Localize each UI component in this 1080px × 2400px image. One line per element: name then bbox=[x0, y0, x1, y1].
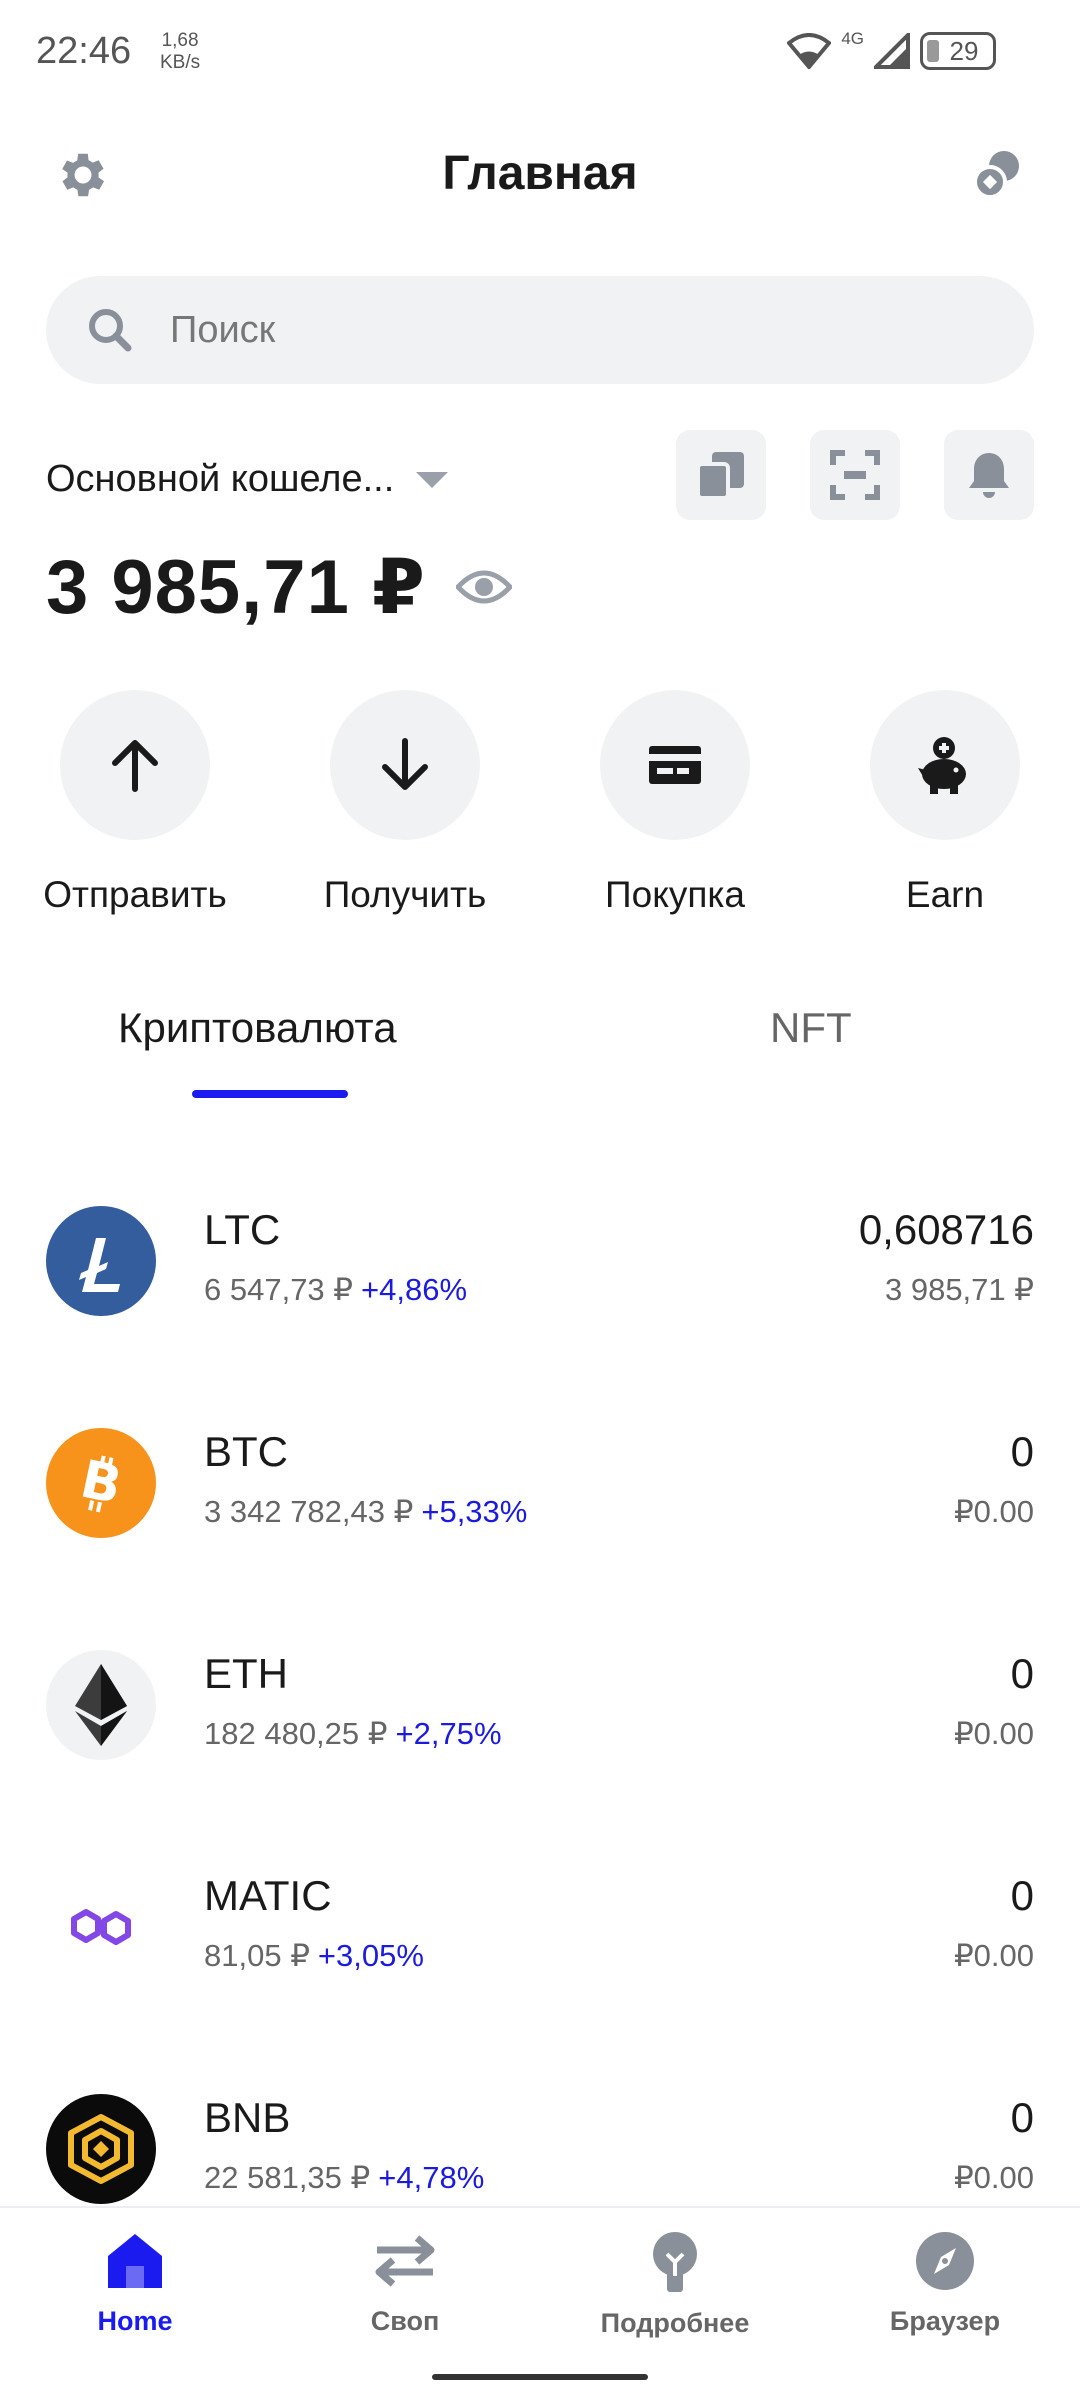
bnb-logo-icon bbox=[46, 2094, 156, 2204]
eye-icon[interactable] bbox=[455, 567, 512, 607]
card-icon bbox=[649, 746, 701, 784]
nav-discover[interactable]: Подробнее bbox=[565, 2230, 785, 2339]
scan-icon bbox=[830, 450, 880, 500]
bell-icon bbox=[969, 453, 1009, 498]
send-action[interactable]: Отправить bbox=[10, 690, 260, 916]
nav-discover-label: Подробнее bbox=[600, 2308, 750, 2338]
notifications-button[interactable] bbox=[944, 430, 1034, 520]
compass-icon bbox=[916, 2232, 974, 2290]
asset-row-btc[interactable]: B BTC 3 342 782,43 ₽ +5,33% 0 ₽0.00 bbox=[0, 1422, 1080, 1572]
asset-fiat-value: ₽0.00 bbox=[953, 1938, 1034, 1973]
send-button[interactable] bbox=[60, 690, 210, 840]
asset-fiat-value: ₽0.00 bbox=[953, 1494, 1034, 1529]
active-tab-indicator bbox=[192, 1090, 348, 1098]
wifi-icon bbox=[787, 33, 832, 69]
asset-change: +2,75% bbox=[395, 1716, 502, 1751]
wallet-name: Основной кошеле... bbox=[46, 458, 395, 500]
asset-symbol: LTC bbox=[204, 1206, 281, 1253]
matic-logo-icon bbox=[46, 1872, 156, 1982]
status-icons: 4G 29 bbox=[787, 29, 996, 70]
balance: 3 985,71 ₽ bbox=[46, 542, 512, 631]
send-label: Отправить bbox=[43, 874, 227, 915]
nav-home[interactable]: Home bbox=[25, 2230, 245, 2337]
earn-label: Earn bbox=[905, 874, 985, 915]
asset-row-ltc[interactable]: LTC 6 547,73 ₽ +4,86% 0,608716 3 985,71 ₽ bbox=[0, 1200, 1080, 1350]
buy-action[interactable]: Покупка bbox=[550, 690, 800, 916]
asset-change: +4,86% bbox=[361, 1272, 468, 1307]
asset-row-eth[interactable]: ETH 182 480,25 ₽ +2,75% 0 ₽0.00 bbox=[0, 1644, 1080, 1794]
swap-icon bbox=[375, 2235, 435, 2287]
network-speed: 1,68 KB/s bbox=[160, 30, 201, 73]
buy-label: Покупка bbox=[605, 874, 745, 915]
copy-address-button[interactable] bbox=[676, 430, 766, 520]
page-title: Главная bbox=[442, 147, 638, 200]
asset-fiat-value: 3 985,71 ₽ bbox=[884, 1272, 1034, 1307]
asset-price: 6 547,73 ₽ +4,86% bbox=[204, 1272, 468, 1307]
asset-change: +3,05% bbox=[317, 1938, 424, 1973]
btc-logo-icon: B bbox=[46, 1428, 156, 1538]
dapp-connect-button[interactable] bbox=[962, 140, 1032, 210]
asset-amount: 0 bbox=[1010, 1428, 1034, 1475]
eth-logo-icon bbox=[46, 1650, 156, 1760]
earn-action[interactable]: Earn bbox=[820, 690, 1070, 916]
asset-amount: 0 bbox=[1010, 2094, 1034, 2141]
asset-symbol: ETH bbox=[204, 1650, 288, 1697]
buy-button[interactable] bbox=[600, 690, 750, 840]
dapp-connect-icon bbox=[973, 151, 1019, 199]
network-type: 4G bbox=[841, 29, 864, 48]
asset-amount: 0,608716 bbox=[858, 1206, 1034, 1253]
receive-label: Получить bbox=[323, 874, 487, 915]
nav-swap-label: Своп bbox=[370, 2306, 440, 2336]
status-time: 22:46 bbox=[36, 30, 132, 72]
signal-icon bbox=[874, 33, 910, 69]
receive-button[interactable] bbox=[330, 690, 480, 840]
asset-row-matic[interactable]: MATIC 81,05 ₽ +3,05% 0 ₽0.00 bbox=[0, 1866, 1080, 2016]
search-input[interactable]: Поиск bbox=[46, 276, 1034, 384]
asset-symbol: MATIC bbox=[204, 1872, 332, 1919]
nav-browser[interactable]: Браузер bbox=[835, 2230, 1055, 2337]
asset-change: +4,78% bbox=[378, 2160, 485, 2195]
asset-fiat-value: ₽0.00 bbox=[953, 2160, 1034, 2195]
bottom-navigation: Home Своп Подробнее Браузер bbox=[0, 2206, 1080, 2400]
tab-nft[interactable]: NFT bbox=[770, 1004, 852, 1052]
asset-amount: 0 bbox=[1010, 1872, 1034, 1919]
chevron-down-icon bbox=[416, 471, 449, 488]
battery-indicator: 29 bbox=[920, 32, 996, 70]
ltc-logo-icon bbox=[46, 1206, 156, 1316]
asset-change: +5,33% bbox=[421, 1494, 528, 1529]
search-placeholder: Поиск bbox=[170, 308, 276, 351]
arrow-up-icon bbox=[112, 740, 158, 792]
wallet-selector[interactable]: Основной кошеле... bbox=[46, 458, 449, 501]
tab-crypto[interactable]: Криптовалюта bbox=[118, 1004, 397, 1052]
nav-swap[interactable]: Своп bbox=[295, 2230, 515, 2337]
asset-price: 22 581,35 ₽ +4,78% bbox=[204, 2160, 485, 2195]
bulb-icon bbox=[653, 2232, 697, 2292]
home-indicator[interactable] bbox=[432, 2374, 648, 2380]
asset-amount: 0 bbox=[1010, 1650, 1034, 1697]
receive-action[interactable]: Получить bbox=[280, 690, 530, 916]
asset-fiat-value: ₽0.00 bbox=[953, 1716, 1034, 1751]
earn-button[interactable] bbox=[870, 690, 1020, 840]
scan-qr-button[interactable] bbox=[810, 430, 900, 520]
search-icon bbox=[89, 309, 132, 352]
copy-icon bbox=[696, 452, 744, 500]
arrow-down-icon bbox=[382, 738, 428, 790]
asset-symbol: BTC bbox=[204, 1428, 288, 1475]
asset-price: 182 480,25 ₽ +2,75% bbox=[204, 1716, 502, 1751]
balance-value: 3 985,71 ₽ bbox=[46, 545, 426, 630]
home-icon bbox=[108, 2234, 162, 2288]
asset-symbol: BNB bbox=[204, 2094, 291, 2141]
nav-home-label: Home bbox=[97, 2306, 173, 2336]
nav-browser-label: Браузер bbox=[889, 2306, 1001, 2336]
piggy-bank-icon bbox=[918, 737, 966, 794]
asset-price: 81,05 ₽ +3,05% bbox=[204, 1938, 424, 1973]
asset-price: 3 342 782,43 ₽ +5,33% bbox=[204, 1494, 528, 1529]
